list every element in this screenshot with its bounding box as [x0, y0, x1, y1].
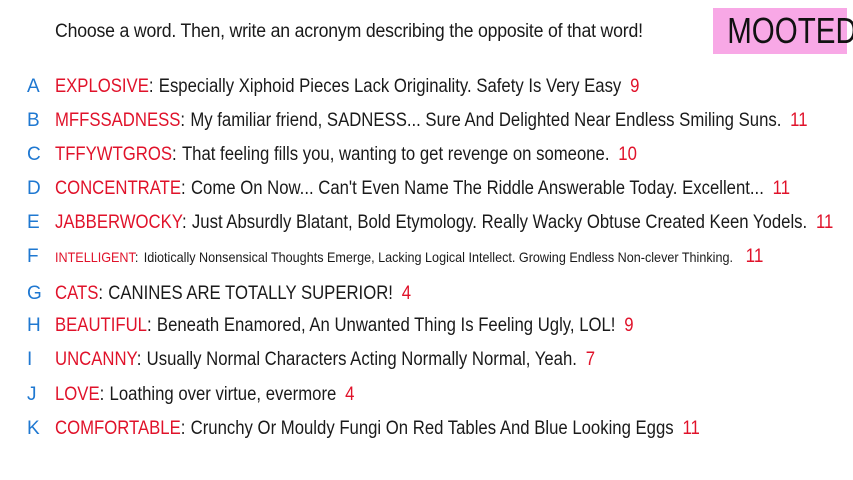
- entry-acronym: CANINES ARE TOTALLY SUPERIOR!: [108, 283, 393, 304]
- entry-word: INTELLIGENT: [55, 249, 135, 265]
- entry-word: EXPLOSIVE: [55, 76, 149, 97]
- entry-acronym: My familiar friend, SADNESS... Sure And …: [190, 110, 782, 131]
- entry-word: MFFSSADNESS: [55, 110, 181, 131]
- entry-score: 11: [790, 110, 808, 131]
- entry-word: JABBERWOCKY: [55, 212, 182, 233]
- entry-letter: G: [27, 283, 42, 304]
- entry-word: CATS: [55, 283, 99, 304]
- entry-acronym: Loathing over virtue, evermore: [109, 384, 337, 405]
- entry-word: LOVE: [55, 384, 100, 405]
- entry-acronym: Idiotically Nonsensical Thoughts Emerge,…: [143, 249, 733, 265]
- entry-word: CONCENTRATE: [55, 178, 182, 199]
- entry-word: COMFORTABLE: [55, 418, 181, 439]
- entry-acronym: Come On Now... Can't Even Name The Riddl…: [190, 178, 764, 199]
- entry-acronym: Beneath Enamored, An Unwanted Thing Is F…: [156, 315, 616, 336]
- entry-letter: C: [27, 144, 41, 165]
- entry-score: 10: [618, 144, 637, 165]
- entry-list: A EXPLOSIVE: Especially Xiphoid Pieces La…: [0, 0, 853, 480]
- entry-letter: B: [27, 110, 40, 131]
- entry-score: 11: [745, 246, 764, 267]
- entry-acronym: Especially Xiphoid Pieces Lack Originali…: [158, 76, 622, 97]
- entry-acronym: Usually Normal Characters Acting Normall…: [146, 349, 577, 370]
- entry-letter: K: [27, 418, 40, 439]
- entry-letter: J: [27, 384, 37, 405]
- entry-score: 7: [585, 349, 596, 370]
- entry-letter: I: [27, 349, 33, 370]
- entry-score: 11: [682, 418, 700, 439]
- entry-acronym: That feeling fills you, wanting to get r…: [181, 144, 610, 165]
- entry-score: 4: [401, 283, 412, 304]
- entry-score: 9: [624, 315, 634, 336]
- entry-score: 11: [815, 212, 834, 233]
- entry-acronym: Crunchy Or Mouldy Fungi On Red Tables An…: [190, 418, 674, 439]
- entry-letter: E: [27, 212, 40, 233]
- entry-word: UNCANNY: [55, 349, 137, 370]
- entry-word: BEAUTIFUL: [55, 315, 147, 336]
- entry-score: 9: [630, 76, 640, 97]
- entry-letter: H: [27, 315, 41, 336]
- entry-letter: A: [27, 76, 40, 97]
- entry-letter: D: [27, 178, 41, 199]
- entry-score: 4: [345, 384, 355, 405]
- entry-score: 11: [772, 178, 791, 199]
- entry-letter: F: [27, 246, 39, 267]
- entry-word: TFFYWTGROS: [55, 144, 173, 165]
- entry-acronym: Just Absurdly Blatant, Bold Etymology. R…: [191, 212, 808, 233]
